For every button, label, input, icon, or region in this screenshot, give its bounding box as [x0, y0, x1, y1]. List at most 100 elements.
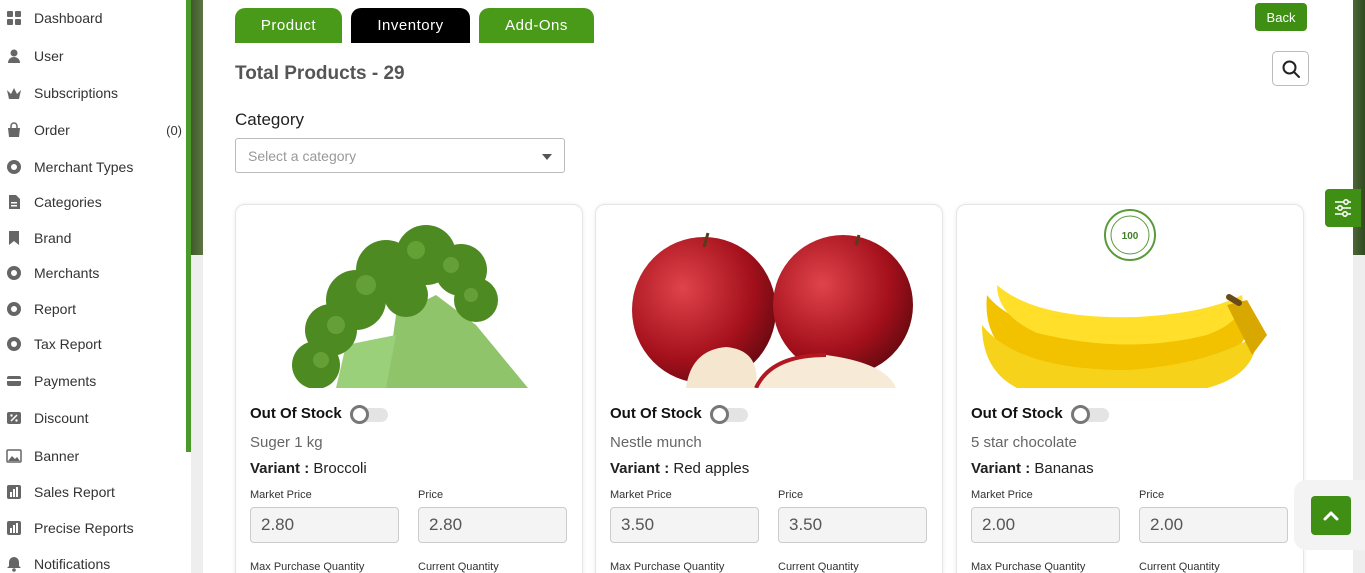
sidebar-item-label: Notifications [34, 556, 111, 572]
search-button[interactable] [1272, 51, 1309, 86]
out-of-stock-toggle[interactable] [710, 405, 748, 424]
sidebar-item-label: User [34, 48, 64, 64]
sidebar-item-label: Payments [34, 373, 97, 389]
sidebar-item-dashboard[interactable]: Dashboard [6, 8, 186, 28]
variant-value: Bananas [1034, 460, 1094, 477]
market-price-input[interactable]: 2.80 [250, 507, 399, 543]
chart-icon [6, 484, 22, 500]
tab-product[interactable]: Product [235, 8, 342, 43]
search-icon [1282, 60, 1300, 78]
variant-value: Red apples [673, 460, 750, 477]
sidebar-item-payments[interactable]: Payments [6, 371, 186, 391]
price-input[interactable]: 3.50 [778, 507, 927, 543]
chevron-down-icon [542, 154, 552, 160]
page-title: Total Products - 29 [235, 63, 405, 84]
filter-settings-button[interactable] [1325, 189, 1361, 227]
price-input[interactable]: 2.00 [1139, 507, 1288, 543]
out-of-stock-toggle[interactable] [350, 405, 388, 424]
price-label: Price [778, 489, 804, 501]
document-icon [6, 194, 22, 210]
bookmark-icon [6, 230, 22, 246]
card-icon [6, 373, 22, 389]
sidebar-item-banner[interactable]: Banner [6, 446, 186, 466]
product-image-broccoli [236, 205, 582, 388]
sidebar-item-precise-reports[interactable]: Precise Reports [6, 518, 186, 538]
tab-inventory[interactable]: Inventory [351, 8, 470, 43]
max-purchase-quantity-label: Max Purchase Quantity [250, 561, 365, 573]
price-input[interactable]: 2.80 [418, 507, 567, 543]
product-variant: Variant : Bananas [971, 460, 1094, 477]
sliders-icon [1335, 198, 1351, 218]
variant-label: Variant : [971, 460, 1031, 477]
market-price-label: Market Price [250, 489, 312, 501]
bell-icon [6, 556, 22, 572]
variant-value: Broccoli [313, 460, 367, 477]
gear-icon [6, 336, 22, 352]
gear-icon [6, 301, 22, 317]
sidebar: Dashboard User Subscriptions Order (0) M… [0, 0, 188, 573]
chart-icon [6, 520, 22, 536]
gear-icon [6, 159, 22, 175]
category-placeholder: Select a category [248, 147, 357, 164]
scroll-to-top-button[interactable] [1311, 496, 1351, 535]
sidebar-item-label: Subscriptions [34, 85, 119, 101]
sidebar-item-sales-report[interactable]: Sales Report [6, 482, 186, 502]
sidebar-scrollbar[interactable] [186, 0, 191, 452]
product-variant: Variant : Red apples [610, 460, 749, 477]
product-name: Suger 1 kg [250, 434, 323, 451]
sidebar-item-label: Precise Reports [34, 520, 134, 536]
user-icon [6, 48, 22, 64]
price-label: Price [1139, 489, 1165, 501]
sidebar-item-label: Order [34, 122, 70, 138]
toggle-knob [1071, 405, 1090, 424]
max-purchase-quantity-label: Max Purchase Quantity [610, 561, 725, 573]
back-button[interactable]: Back [1255, 3, 1307, 31]
sidebar-item-order[interactable]: Order (0) [6, 120, 186, 140]
grid-icon [6, 10, 22, 26]
sidebar-item-label: Banner [34, 448, 80, 464]
current-quantity-label: Current Quantity [1139, 561, 1220, 573]
out-of-stock-label: Out Of Stock [250, 405, 342, 422]
order-count-badge: (0) [166, 122, 182, 138]
out-of-stock-label: Out Of Stock [610, 405, 702, 422]
product-name: 5 star chocolate [971, 434, 1077, 451]
sidebar-item-label: Discount [34, 410, 89, 426]
category-label: Category [235, 110, 304, 129]
badge-text: 100 [1122, 231, 1139, 242]
market-price-input[interactable]: 3.50 [610, 507, 759, 543]
product-image-bananas: 100 [957, 205, 1303, 388]
product-variant: Variant : Broccoli [250, 460, 367, 477]
product-card: Out Of Stock Suger 1 kg Variant : Brocco… [235, 204, 583, 573]
product-name: Nestle munch [610, 434, 702, 451]
product-card: 100 Out Of Stock 5 star chocolate Varian… [956, 204, 1304, 573]
out-of-stock-toggle[interactable] [1071, 405, 1109, 424]
sidebar-item-user[interactable]: User [6, 46, 186, 66]
sidebar-item-tax-report[interactable]: Tax Report [6, 334, 186, 354]
sidebar-item-discount[interactable]: Discount [6, 408, 186, 428]
current-quantity-label: Current Quantity [778, 561, 859, 573]
toggle-knob [350, 405, 369, 424]
sidebar-item-notifications[interactable]: Notifications [6, 554, 186, 573]
sidebar-item-label: Categories [34, 194, 102, 210]
chevron-up-icon [1323, 511, 1339, 520]
market-price-label: Market Price [971, 489, 1033, 501]
sidebar-item-merchant-types[interactable]: Merchant Types [6, 157, 186, 177]
sidebar-item-brand[interactable]: Brand [6, 228, 186, 248]
sidebar-item-report[interactable]: Report [6, 299, 186, 319]
tab-add-ons[interactable]: Add-Ons [479, 8, 594, 43]
sidebar-item-label: Sales Report [34, 484, 115, 500]
category-select[interactable]: Select a category [235, 138, 565, 173]
product-card: Out Of Stock Nestle munch Variant : Red … [595, 204, 943, 573]
crown-icon [6, 85, 22, 101]
sidebar-item-merchants[interactable]: Merchants [6, 263, 186, 283]
sidebar-item-label: Report [34, 301, 77, 317]
sidebar-item-label: Merchant Types [34, 159, 134, 175]
gear-icon [6, 265, 22, 281]
variant-label: Variant : [610, 460, 670, 477]
sidebar-item-subscriptions[interactable]: Subscriptions [6, 83, 186, 103]
current-quantity-label: Current Quantity [418, 561, 499, 573]
sidebar-item-categories[interactable]: Categories [6, 192, 186, 212]
market-price-input[interactable]: 2.00 [971, 507, 1120, 543]
sidebar-item-label: Brand [34, 230, 72, 246]
market-price-label: Market Price [610, 489, 672, 501]
